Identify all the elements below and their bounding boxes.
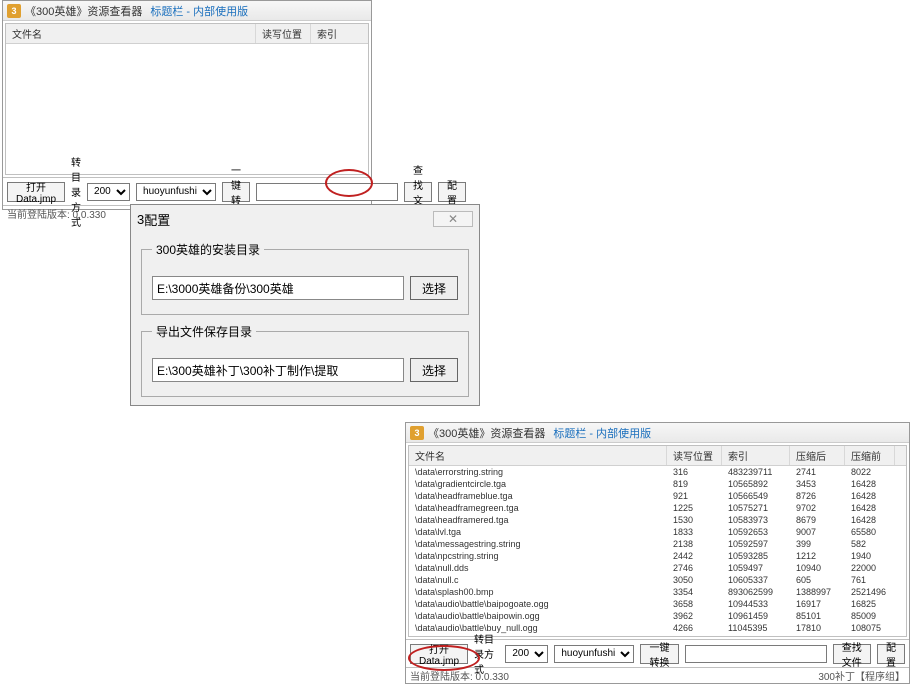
table-row[interactable]: \data\messagestring.string21381059259739… bbox=[409, 538, 906, 550]
table-row[interactable]: \data\splash00.bmp3354893062599138899725… bbox=[409, 586, 906, 598]
table-header: 文件名 读写位置 索引 压缩后 压缩前 bbox=[409, 446, 906, 466]
status-version: 当前登陆版本: 0.0.330 bbox=[7, 206, 106, 221]
export-dir-group: 导出文件保存目录 选择 bbox=[141, 323, 469, 397]
col-filename[interactable]: 文件名 bbox=[409, 446, 667, 465]
app-icon: 3 bbox=[7, 4, 21, 18]
col-filename[interactable]: 文件名 bbox=[6, 24, 256, 43]
onekey-convert-button[interactable]: 一键转换 bbox=[222, 182, 250, 202]
table-row[interactable]: \data\headframered.tga153010583973867916… bbox=[409, 514, 906, 526]
col-compressed[interactable]: 压缩后 bbox=[790, 446, 845, 465]
dialog-title: 配置 bbox=[144, 210, 170, 229]
app-icon: 3 bbox=[410, 426, 424, 440]
open-data-button[interactable]: 打开Data.jmp bbox=[7, 182, 65, 202]
config-button[interactable]: 配置 bbox=[877, 644, 905, 664]
table-body: \data\errorstring.string3164832397112741… bbox=[409, 466, 906, 637]
table-row[interactable]: \data\errorstring.string3164832397112741… bbox=[409, 466, 906, 478]
export-dir-label: 导出文件保存目录 bbox=[152, 323, 256, 340]
col-pos[interactable]: 读写位置 bbox=[256, 24, 311, 43]
window-title: 《300英雄》资源查看器 bbox=[428, 425, 545, 441]
table-row[interactable]: \data\audio\battle\baipowin.ogg396210961… bbox=[409, 610, 906, 622]
find-file-button[interactable]: 查找文件 bbox=[833, 644, 871, 664]
statusbar: 当前登陆版本: 0.0.330 300补丁【程序组】 bbox=[406, 667, 909, 683]
config-dialog: 3 配置 ✕ 300英雄的安装目录 选择 导出文件保存目录 选择 bbox=[130, 204, 480, 406]
file-table-empty: 文件名 读写位置 索引 压缩后 压缩前 覆 bbox=[5, 23, 369, 175]
table-row[interactable]: \data\headframegreen.tga1225105752719702… bbox=[409, 502, 906, 514]
table-header: 文件名 读写位置 索引 压缩后 压缩前 覆 bbox=[6, 24, 368, 44]
find-file-button[interactable]: 查找文件 bbox=[404, 182, 432, 202]
col-index[interactable]: 索引 bbox=[311, 24, 369, 43]
preset-select[interactable]: huoyunfushi bbox=[554, 645, 634, 663]
status-version: 当前登陆版本: 0.0.330 bbox=[410, 668, 509, 683]
table-row[interactable]: \data\audio\battle\baipogoate.ogg3658109… bbox=[409, 598, 906, 610]
table-row[interactable]: \data\headframeblue.tga92110566549872616… bbox=[409, 490, 906, 502]
window-title: 《300英雄》资源查看器 bbox=[25, 3, 142, 19]
close-icon[interactable]: ✕ bbox=[433, 211, 473, 227]
table-row[interactable]: \data\null.c305010605337605761 bbox=[409, 574, 906, 586]
search-input[interactable] bbox=[256, 183, 398, 201]
table-row[interactable]: \data\lvl.tga183310592653900765580 bbox=[409, 526, 906, 538]
titlebar: 3 《300英雄》资源查看器 标题栏 - 内部使用版 bbox=[3, 1, 371, 21]
search-input[interactable] bbox=[685, 645, 827, 663]
install-dir-input[interactable] bbox=[152, 276, 404, 300]
preset-select[interactable]: huoyunfushi bbox=[136, 183, 216, 201]
choose-export-dir-button[interactable]: 选择 bbox=[410, 358, 458, 382]
dialog-titlebar: 3 配置 ✕ bbox=[131, 205, 479, 233]
status-team: 300补丁【程序组】 bbox=[818, 668, 905, 683]
open-data-button[interactable]: 打开Data.jmp bbox=[410, 644, 468, 664]
table-row[interactable]: \data\npcstring.string244210593285121219… bbox=[409, 550, 906, 562]
resource-viewer-window-empty: 3 《300英雄》资源查看器 标题栏 - 内部使用版 文件名 读写位置 索引 压… bbox=[2, 0, 372, 210]
toolbar: 打开Data.jmp 转目录方式 200 huoyunfushi 一键转换 查找… bbox=[406, 639, 909, 667]
titlebar: 3 《300英雄》资源查看器 标题栏 - 内部使用版 bbox=[406, 423, 909, 443]
file-table[interactable]: 文件名 读写位置 索引 压缩后 压缩前 \data\errorstring.st… bbox=[408, 445, 907, 637]
app-icon: 3 bbox=[137, 212, 144, 227]
resource-viewer-window-populated: 3 《300英雄》资源查看器 标题栏 - 内部使用版 文件名 读写位置 索引 压… bbox=[405, 422, 910, 684]
col-uncompressed[interactable]: 压缩前 bbox=[845, 446, 895, 465]
choose-install-dir-button[interactable]: 选择 bbox=[410, 276, 458, 300]
install-dir-group: 300英雄的安装目录 选择 bbox=[141, 241, 469, 315]
num-select[interactable]: 200 bbox=[505, 645, 548, 663]
install-dir-label: 300英雄的安装目录 bbox=[152, 241, 264, 258]
window-subtitle: 标题栏 - 内部使用版 bbox=[150, 3, 248, 19]
num-select[interactable]: 200 bbox=[87, 183, 130, 201]
col-index[interactable]: 索引 bbox=[722, 446, 790, 465]
table-row[interactable]: \data\null.dds274610594971094022000 bbox=[409, 562, 906, 574]
window-subtitle: 标题栏 - 内部使用版 bbox=[553, 425, 651, 441]
export-dir-input[interactable] bbox=[152, 358, 404, 382]
table-row[interactable]: \data\gradientcircle.tga8191056589234531… bbox=[409, 478, 906, 490]
onekey-convert-button[interactable]: 一键转换 bbox=[640, 644, 678, 664]
config-button[interactable]: 配置 bbox=[438, 182, 466, 202]
toolbar: 打开Data.jmp 转目录方式 200 huoyunfushi 一键转换 查找… bbox=[3, 177, 371, 205]
col-pos[interactable]: 读写位置 bbox=[667, 446, 722, 465]
